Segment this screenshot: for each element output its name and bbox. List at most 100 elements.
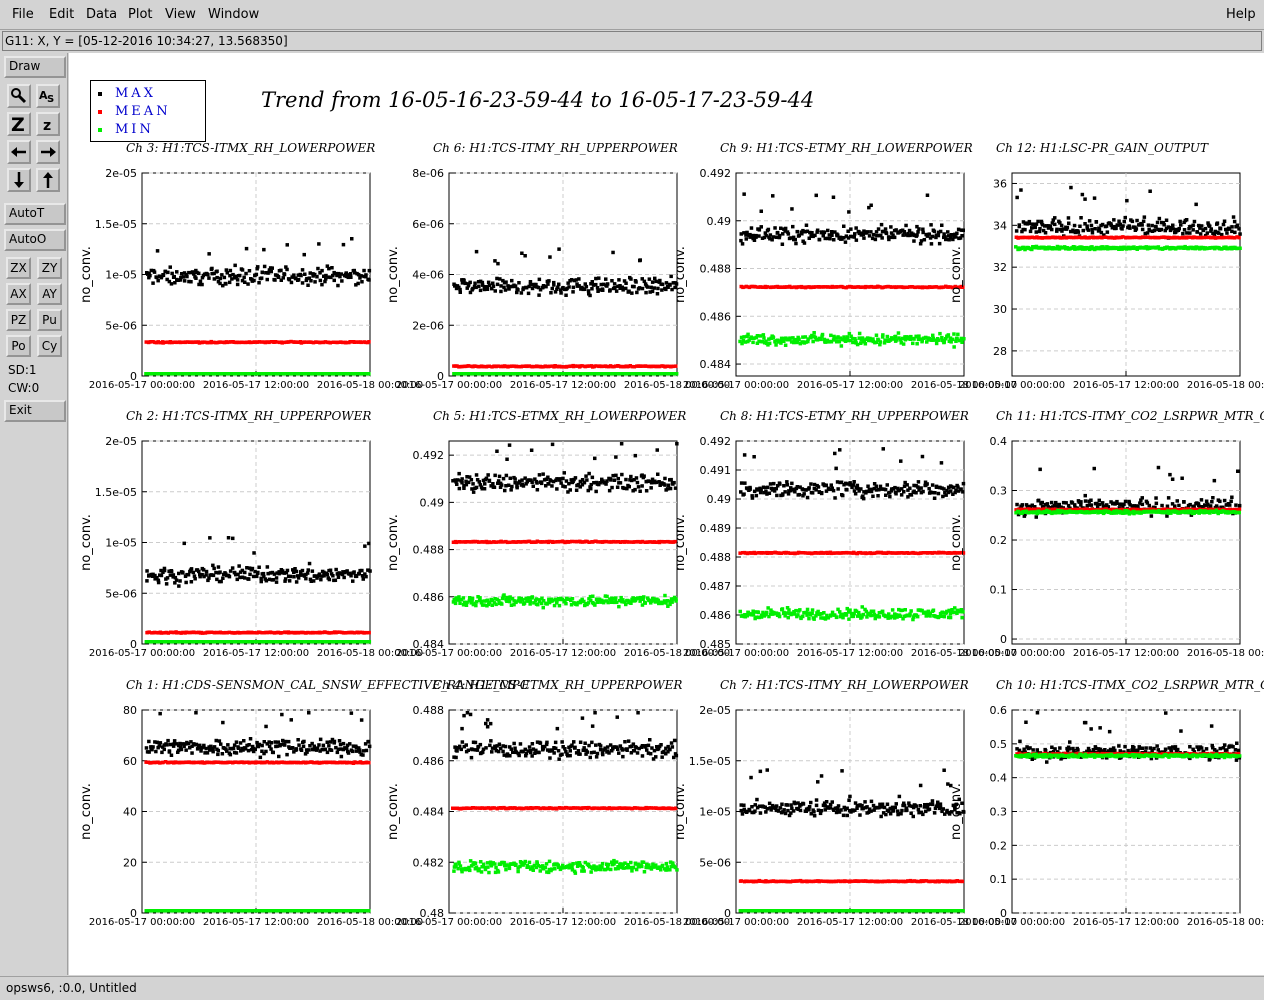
pan-up-button[interactable]: [36, 168, 60, 192]
data-point: [356, 281, 360, 286]
data-point: [300, 268, 305, 272]
data-point: [828, 237, 832, 241]
data-point: [157, 744, 161, 748]
pan-left-button[interactable]: [7, 140, 31, 164]
data-point: [624, 286, 628, 291]
menu-file[interactable]: File: [12, 7, 34, 22]
data-point: [207, 252, 211, 256]
data-point: [248, 572, 252, 577]
data-point: [1191, 228, 1195, 232]
menu-view[interactable]: View: [165, 7, 196, 22]
data-point: [627, 484, 631, 489]
data-point: [863, 342, 868, 346]
data-point: [285, 267, 289, 272]
data-point: [831, 285, 835, 289]
data-point: [247, 743, 251, 747]
draw-button[interactable]: Draw: [4, 56, 66, 78]
data-point: [1097, 502, 1102, 507]
chart-3: Ch 9: H1:TCS-ETMY_RH_LOWERPOWER0.4840.48…: [673, 141, 1017, 391]
data-point: [618, 481, 623, 485]
data-point: [909, 609, 913, 613]
menu-window[interactable]: Window: [208, 7, 259, 22]
ay-button[interactable]: AY: [37, 283, 62, 305]
data-point: [336, 283, 340, 288]
zx-button[interactable]: ZX: [6, 257, 31, 279]
menu-help[interactable]: Help: [1226, 7, 1256, 22]
y-tick-label: 0.488: [700, 263, 732, 276]
data-point: [515, 484, 519, 488]
pan-down-icon: [14, 172, 24, 188]
data-point: [642, 474, 646, 478]
data-point: [1166, 496, 1171, 500]
data-point: [1232, 219, 1237, 224]
autoo-button[interactable]: AutoO: [4, 229, 66, 251]
pz-button[interactable]: PZ: [6, 309, 31, 331]
data-point: [215, 275, 219, 280]
data-point: [169, 569, 174, 574]
data-point: [457, 486, 462, 491]
data-point: [368, 569, 372, 573]
data-point: [264, 749, 268, 754]
data-point: [1234, 503, 1238, 507]
as-tool-button[interactable]: AS: [36, 84, 60, 108]
data-point: [848, 481, 852, 485]
pan-down-button[interactable]: [7, 168, 31, 192]
data-point: [328, 568, 333, 572]
data-point: [1123, 499, 1128, 504]
data-point: [160, 750, 164, 755]
data-point: [253, 747, 257, 752]
data-point: [1036, 219, 1040, 224]
data-point: [557, 247, 561, 251]
data-point: [367, 541, 371, 546]
data-point: [946, 230, 950, 234]
data-point: [620, 472, 624, 477]
data-point: [942, 614, 947, 619]
x-tick-label: 2016-05-17 00:00:00: [396, 380, 502, 391]
data-point: [507, 443, 512, 447]
data-point: [609, 600, 614, 604]
data-point: [510, 484, 514, 489]
exit-button[interactable]: Exit: [4, 400, 66, 422]
data-point: [207, 576, 211, 580]
data-point: [487, 283, 492, 287]
data-point: [853, 232, 857, 236]
data-point: [889, 225, 893, 229]
zoom-tool-button[interactable]: [7, 84, 31, 108]
y-tick-label: 2e-05: [105, 435, 137, 448]
cy-button[interactable]: Cy: [37, 335, 62, 357]
data-point: [1181, 231, 1185, 236]
y-tick-label: 1.5e-05: [95, 218, 137, 231]
data-point: [798, 608, 802, 612]
data-point: [456, 478, 460, 482]
ax-button[interactable]: AX: [6, 283, 31, 305]
data-point: [942, 340, 946, 344]
data-point: [547, 279, 551, 283]
po-button[interactable]: Po: [6, 335, 31, 357]
data-point: [552, 280, 556, 285]
data-point: [216, 565, 221, 569]
chart-title: Ch 11: H1:TCS-ITMY_CO2_LSRPWR_MTR_OUTPUT: [996, 409, 1264, 423]
y-tick-label: 0.487: [700, 580, 732, 593]
data-point: [955, 231, 959, 235]
data-point: [470, 487, 474, 491]
data-point: [849, 227, 853, 231]
data-point: [1211, 496, 1215, 500]
zoom-in-button[interactable]: z: [36, 112, 60, 136]
menu-data[interactable]: Data: [86, 7, 117, 22]
data-point: [766, 227, 771, 232]
data-point: [925, 482, 929, 486]
data-point: [857, 331, 862, 336]
data-point: [226, 743, 230, 747]
data-point: [905, 483, 909, 487]
autot-button[interactable]: AutoT: [4, 203, 66, 225]
menu-edit[interactable]: Edit: [49, 7, 74, 22]
data-point: [759, 225, 763, 229]
data-point: [182, 541, 186, 546]
zoom-out-button[interactable]: Z: [7, 112, 31, 136]
pan-right-button[interactable]: [36, 140, 60, 164]
zy-button[interactable]: ZY: [37, 257, 62, 279]
pu-button[interactable]: Pu: [37, 309, 62, 331]
menu-plot[interactable]: Plot: [128, 7, 153, 22]
data-point: [775, 493, 779, 498]
data-point: [919, 486, 923, 490]
